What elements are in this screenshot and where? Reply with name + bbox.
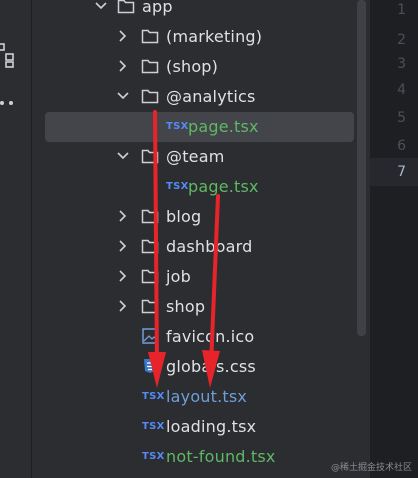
annotation-arrows bbox=[148, 110, 220, 388]
arrow-team-to-layout bbox=[202, 194, 220, 388]
arrow-analytics-to-layout bbox=[148, 110, 166, 388]
watermark: @稀土掘金技术社区 bbox=[330, 463, 412, 473]
